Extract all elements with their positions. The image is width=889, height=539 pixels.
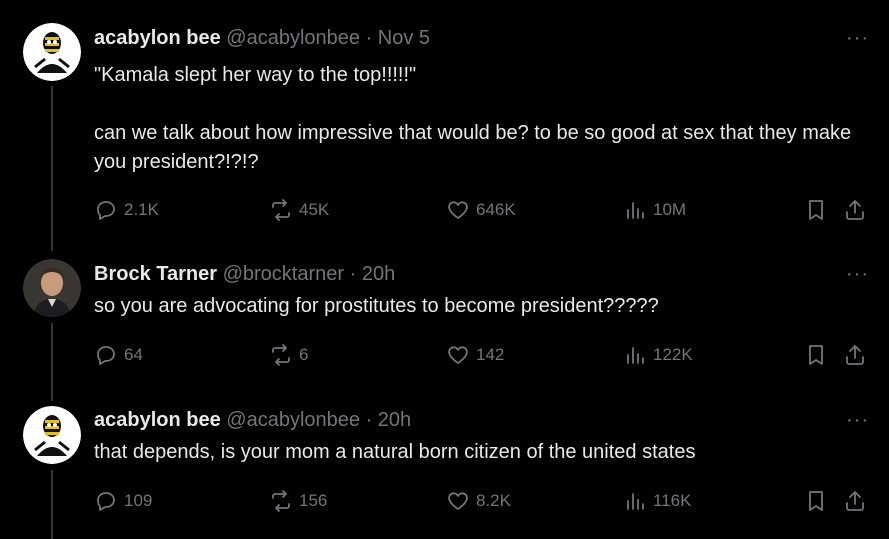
tweet-header: acabylon bee @acabylonbee · 20h <box>94 408 411 432</box>
repost-icon <box>272 490 290 512</box>
share-button[interactable] <box>843 489 867 518</box>
share-icon <box>846 491 864 511</box>
tweet[interactable]: acabylon bee @acabylonbee · 20h ··· that… <box>0 0 889 539</box>
repost-button[interactable]: 156 <box>269 487 327 515</box>
more-options-icon[interactable]: ··· <box>846 410 869 430</box>
tweet-text: that depends, is your mom a natural born… <box>94 441 696 463</box>
views-chart-icon <box>627 493 644 510</box>
timestamp[interactable]: 20h <box>378 409 411 431</box>
separator: · <box>360 409 378 431</box>
display-name[interactable]: acabylon bee <box>94 409 221 431</box>
repost-count: 156 <box>299 491 328 510</box>
reply-count: 109 <box>124 491 153 510</box>
bookmark-button[interactable] <box>804 489 828 518</box>
views-button[interactable]: 116K <box>623 487 691 515</box>
bee-mask-avatar-icon[interactable] <box>23 406 81 464</box>
reply-button[interactable]: 109 <box>94 487 152 515</box>
bookmark-icon <box>809 491 823 511</box>
handle[interactable]: @acabylonbee <box>226 409 360 431</box>
like-button[interactable]: 8.2K <box>446 487 511 515</box>
heart-icon <box>448 492 468 510</box>
views-count: 116K <box>653 491 692 510</box>
reply-icon <box>97 492 115 511</box>
action-bar: 109 156 8.2K 116K <box>94 487 874 515</box>
like-count: 8.2K <box>476 491 511 510</box>
